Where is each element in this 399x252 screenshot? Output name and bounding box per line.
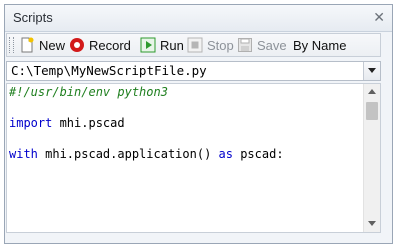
save-button[interactable]: Save [237,36,287,54]
new-document-icon [19,37,35,53]
code-line: #!/usr/bin/env python3 [9,85,284,101]
save-button-label: Save [257,37,287,53]
run-button-label: Run [160,37,184,53]
code-line: import mhi.pscad [9,116,284,132]
record-button-label: Record [89,37,131,53]
stop-icon [187,37,203,53]
record-button[interactable]: Record [69,36,131,54]
close-icon[interactable]: ✕ [373,9,385,25]
stop-button-label: Stop [207,37,234,53]
code-text: mhi.pscad [52,116,125,130]
vertical-scrollbar[interactable] [363,84,380,232]
scroll-down-button[interactable] [364,216,380,232]
run-icon [140,37,156,53]
sort-by-name-label: By Name [293,37,347,53]
new-button[interactable]: New [19,36,65,54]
panel-title: Scripts [13,10,53,25]
script-path-combobox[interactable]: C:\Temp\MyNewScriptFile.py [6,61,381,81]
new-button-label: New [39,37,66,53]
dropdown-button[interactable] [363,62,380,80]
code-text: pscad: [232,147,284,161]
stop-button[interactable]: Stop [187,36,234,54]
code-keyword: with [9,147,38,161]
record-icon [69,37,85,53]
code-keyword: import [9,116,53,130]
save-icon [237,37,253,53]
scroll-up-button[interactable] [364,84,380,100]
code-area[interactable]: #!/usr/bin/env python3 import mhi.pscad … [9,85,284,163]
scrollbar-thumb[interactable] [366,102,378,120]
toolbar-grip[interactable] [9,37,14,53]
chevron-up-icon [368,89,376,94]
code-keyword: as [218,147,233,161]
code-line: with mhi.pscad.application() as pscad: [9,147,284,163]
sort-by-name-button[interactable]: By Name [293,36,346,54]
run-button[interactable]: Run [140,36,184,54]
code-text: mhi.pscad.application() [37,147,219,161]
scripts-toolbar: New Record Run Stop Save By Name [6,33,381,57]
panel-titlebar: Scripts ✕ [5,5,392,32]
script-path-value: C:\Temp\MyNewScriptFile.py [11,63,207,78]
script-editor[interactable]: #!/usr/bin/env python3 import mhi.pscad … [6,83,381,233]
code-comment: #!/usr/bin/env python3 [9,85,168,99]
chevron-down-icon [368,68,376,73]
chevron-down-icon [368,221,376,226]
